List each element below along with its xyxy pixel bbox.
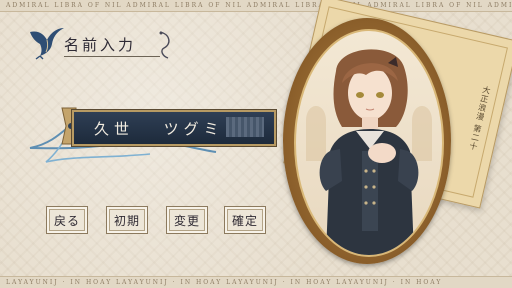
- name-display: 久世 ツグミ: [94, 118, 224, 139]
- footer-strip: LAYAYUNIJ · IN HOAY LAYAYUNIJ · IN HOAY …: [0, 276, 512, 288]
- given-name: ツグミ: [163, 120, 224, 138]
- confirm-button[interactable]: 確定: [224, 206, 266, 234]
- back-button[interactable]: 戻る: [46, 206, 88, 234]
- portrait-frame: [283, 18, 451, 264]
- title-underline: [64, 56, 160, 57]
- change-button[interactable]: 変更: [166, 206, 208, 234]
- title-block: 名前入力: [26, 24, 170, 64]
- flourish-icon: [159, 31, 170, 59]
- character-portrait: [294, 29, 444, 257]
- swallow-bird-icon: [30, 28, 64, 60]
- header-strip-text: ADMIRAL LIBRA OF NIL ADMIRAL LIBRA OF NI…: [6, 2, 512, 9]
- reset-button[interactable]: 初期: [106, 206, 148, 234]
- header-strip: ADMIRAL LIBRA OF NIL ADMIRAL LIBRA OF NI…: [0, 0, 512, 12]
- family-name: 久世: [94, 120, 135, 138]
- page-title: 名前入力: [64, 36, 137, 54]
- name-input-field[interactable]: 久世 ツグミ: [72, 110, 276, 146]
- character-illustration: [306, 49, 432, 255]
- footer-strip-text: LAYAYUNIJ · IN HOAY LAYAYUNIJ · IN HOAY …: [6, 279, 443, 286]
- input-cursor: [226, 117, 264, 137]
